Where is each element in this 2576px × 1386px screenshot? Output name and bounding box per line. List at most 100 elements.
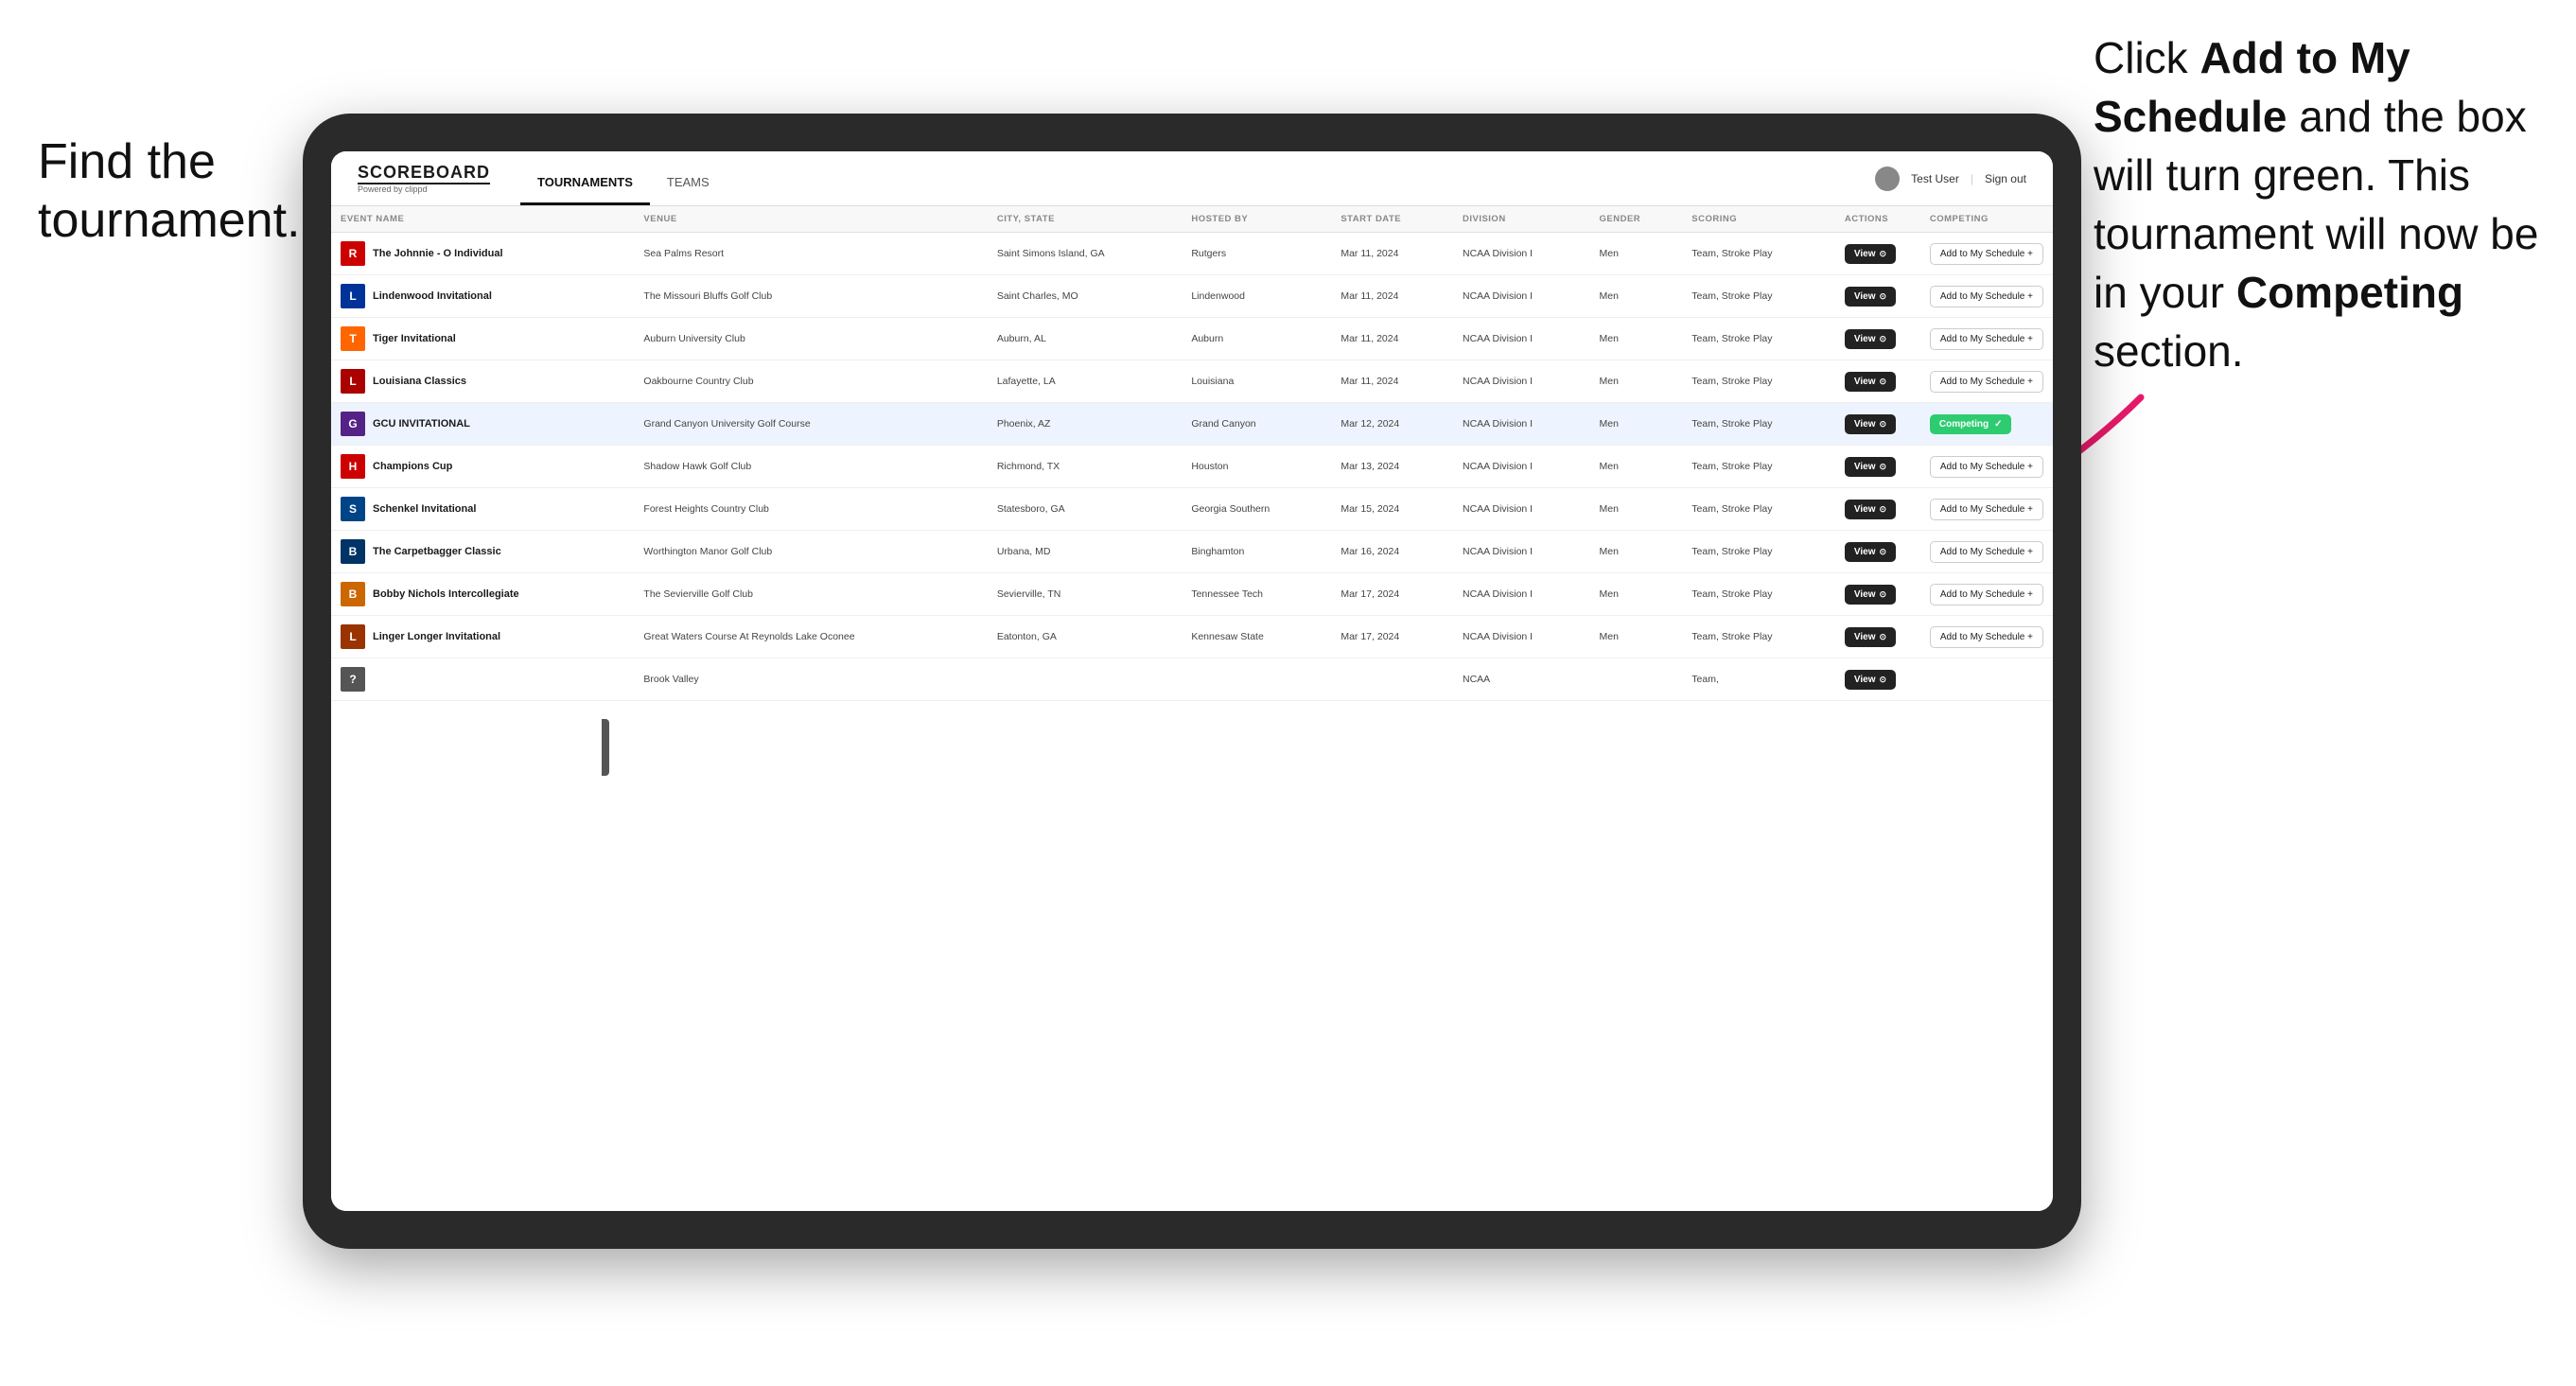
tablet-side-toggle[interactable] <box>602 719 609 776</box>
gender-cell: Men <box>1590 573 1683 616</box>
actions-cell: View ⊙ <box>1835 233 1920 275</box>
city-cell: Statesboro, GA <box>988 488 1183 531</box>
view-button[interactable]: View ⊙ <box>1845 329 1896 349</box>
tab-teams[interactable]: TEAMS <box>650 151 727 205</box>
city-cell: Saint Simons Island, GA <box>988 233 1183 275</box>
scoring-cell: Team, Stroke Play <box>1682 573 1835 616</box>
gender-cell: Men <box>1590 616 1683 658</box>
view-button[interactable]: View ⊙ <box>1845 244 1896 264</box>
date-cell: Mar 12, 2024 <box>1331 403 1453 446</box>
city-cell: Phoenix, AZ <box>988 403 1183 446</box>
view-button[interactable]: View ⊙ <box>1845 670 1896 690</box>
add-schedule-button[interactable]: Add to My Schedule + <box>1930 371 2043 393</box>
venue-cell: Oakbourne Country Club <box>634 360 987 403</box>
col-gender: GENDER <box>1590 206 1683 233</box>
event-name: Linger Longer Invitational <box>373 631 500 642</box>
venue-cell: Great Waters Course At Reynolds Lake Oco… <box>634 616 987 658</box>
view-button[interactable]: View ⊙ <box>1845 500 1896 519</box>
tablet-screen: SCOREBOARD Powered by clippd TOURNAMENTS… <box>331 151 2053 1211</box>
col-division: DIVISION <box>1453 206 1590 233</box>
event-name: Louisiana Classics <box>373 376 466 387</box>
city-cell: Eatonton, GA <box>988 616 1183 658</box>
team-logo: S <box>341 497 365 521</box>
view-button[interactable]: View ⊙ <box>1845 627 1896 647</box>
date-cell: Mar 11, 2024 <box>1331 275 1453 318</box>
event-name: Champions Cup <box>373 461 452 472</box>
table-row: S Schenkel Invitational Forest Heights C… <box>331 488 2053 531</box>
add-schedule-button[interactable]: Add to My Schedule + <box>1930 328 2043 350</box>
table-header-row: EVENT NAME VENUE CITY, STATE HOSTED BY S… <box>331 206 2053 233</box>
view-button[interactable]: View ⊙ <box>1845 585 1896 605</box>
date-cell: Mar 17, 2024 <box>1331 573 1453 616</box>
table-row: G GCU INVITATIONAL Grand Canyon Universi… <box>331 403 2053 446</box>
view-button[interactable]: View ⊙ <box>1845 372 1896 392</box>
event-name-cell: B Bobby Nichols Intercollegiate <box>331 573 634 616</box>
view-button[interactable]: View ⊙ <box>1845 542 1896 562</box>
add-schedule-button[interactable]: Add to My Schedule + <box>1930 541 2043 563</box>
city-cell: Richmond, TX <box>988 446 1183 488</box>
hosted-cell: Lindenwood <box>1182 275 1331 318</box>
add-schedule-button[interactable]: Add to My Schedule + <box>1930 286 2043 307</box>
view-button[interactable]: View ⊙ <box>1845 287 1896 307</box>
event-name-cell: B The Carpetbagger Classic <box>331 531 634 573</box>
annotation-right: Click Add to My Schedule and the box wil… <box>2094 28 2548 381</box>
venue-cell: Shadow Hawk Golf Club <box>634 446 987 488</box>
scoring-cell: Team, Stroke Play <box>1682 233 1835 275</box>
table-row: B Bobby Nichols Intercollegiate The Sevi… <box>331 573 2053 616</box>
division-cell: NCAA Division I <box>1453 488 1590 531</box>
view-button[interactable]: View ⊙ <box>1845 457 1896 477</box>
add-schedule-button[interactable]: Add to My Schedule + <box>1930 499 2043 520</box>
signout-link[interactable]: Sign out <box>1985 172 2026 185</box>
add-schedule-button[interactable]: Add to My Schedule + <box>1930 584 2043 605</box>
venue-cell: Brook Valley <box>634 658 987 701</box>
hosted-cell: Houston <box>1182 446 1331 488</box>
gender-cell: Men <box>1590 233 1683 275</box>
actions-cell: View ⊙ <box>1835 616 1920 658</box>
event-name-cell: L Lindenwood Invitational <box>331 275 634 318</box>
actions-cell: View ⊙ <box>1835 318 1920 360</box>
add-schedule-button[interactable]: Add to My Schedule + <box>1930 456 2043 478</box>
competing-cell: Add to My Schedule + <box>1920 488 2053 531</box>
col-hosted: HOSTED BY <box>1182 206 1331 233</box>
table-row: H Champions Cup Shadow Hawk Golf ClubRic… <box>331 446 2053 488</box>
avatar <box>1875 167 1900 191</box>
hosted-cell: Auburn <box>1182 318 1331 360</box>
division-cell: NCAA Division I <box>1453 531 1590 573</box>
date-cell: Mar 17, 2024 <box>1331 616 1453 658</box>
table-row: R The Johnnie - O Individual Sea Palms R… <box>331 233 2053 275</box>
date-cell: Mar 16, 2024 <box>1331 531 1453 573</box>
date-cell: Mar 11, 2024 <box>1331 318 1453 360</box>
actions-cell: View ⊙ <box>1835 360 1920 403</box>
division-cell: NCAA Division I <box>1453 446 1590 488</box>
event-name-cell: R The Johnnie - O Individual <box>331 233 634 275</box>
add-schedule-button[interactable]: Add to My Schedule + <box>1930 243 2043 265</box>
team-logo: R <box>341 241 365 266</box>
scoring-cell: Team, <box>1682 658 1835 701</box>
add-schedule-button[interactable]: Add to My Schedule + <box>1930 626 2043 648</box>
table-row: T Tiger Invitational Auburn University C… <box>331 318 2053 360</box>
actions-cell: View ⊙ <box>1835 403 1920 446</box>
date-cell: Mar 15, 2024 <box>1331 488 1453 531</box>
header-right: Test User | Sign out <box>1875 167 2026 191</box>
event-name-cell: S Schenkel Invitational <box>331 488 634 531</box>
city-cell: Sevierville, TN <box>988 573 1183 616</box>
scoring-cell: Team, Stroke Play <box>1682 318 1835 360</box>
hosted-cell: Rutgers <box>1182 233 1331 275</box>
view-button[interactable]: View ⊙ <box>1845 414 1896 434</box>
event-name: GCU INVITATIONAL <box>373 418 470 430</box>
event-name-cell: L Louisiana Classics <box>331 360 634 403</box>
hosted-cell: Tennessee Tech <box>1182 573 1331 616</box>
division-cell: NCAA Division I <box>1453 573 1590 616</box>
table-row: B The Carpetbagger Classic Worthington M… <box>331 531 2053 573</box>
competing-cell: Add to My Schedule + <box>1920 233 2053 275</box>
division-cell: NCAA Division I <box>1453 318 1590 360</box>
division-cell: NCAA Division I <box>1453 233 1590 275</box>
competing-button[interactable]: Competing ✓ <box>1930 414 2012 434</box>
team-logo: L <box>341 624 365 649</box>
col-date: START DATE <box>1331 206 1453 233</box>
logo-sub: Powered by clippd <box>358 184 490 194</box>
col-event-name: EVENT NAME <box>331 206 634 233</box>
hosted-cell: Grand Canyon <box>1182 403 1331 446</box>
scoring-cell: Team, Stroke Play <box>1682 488 1835 531</box>
tab-tournaments[interactable]: TOURNAMENTS <box>520 151 650 205</box>
